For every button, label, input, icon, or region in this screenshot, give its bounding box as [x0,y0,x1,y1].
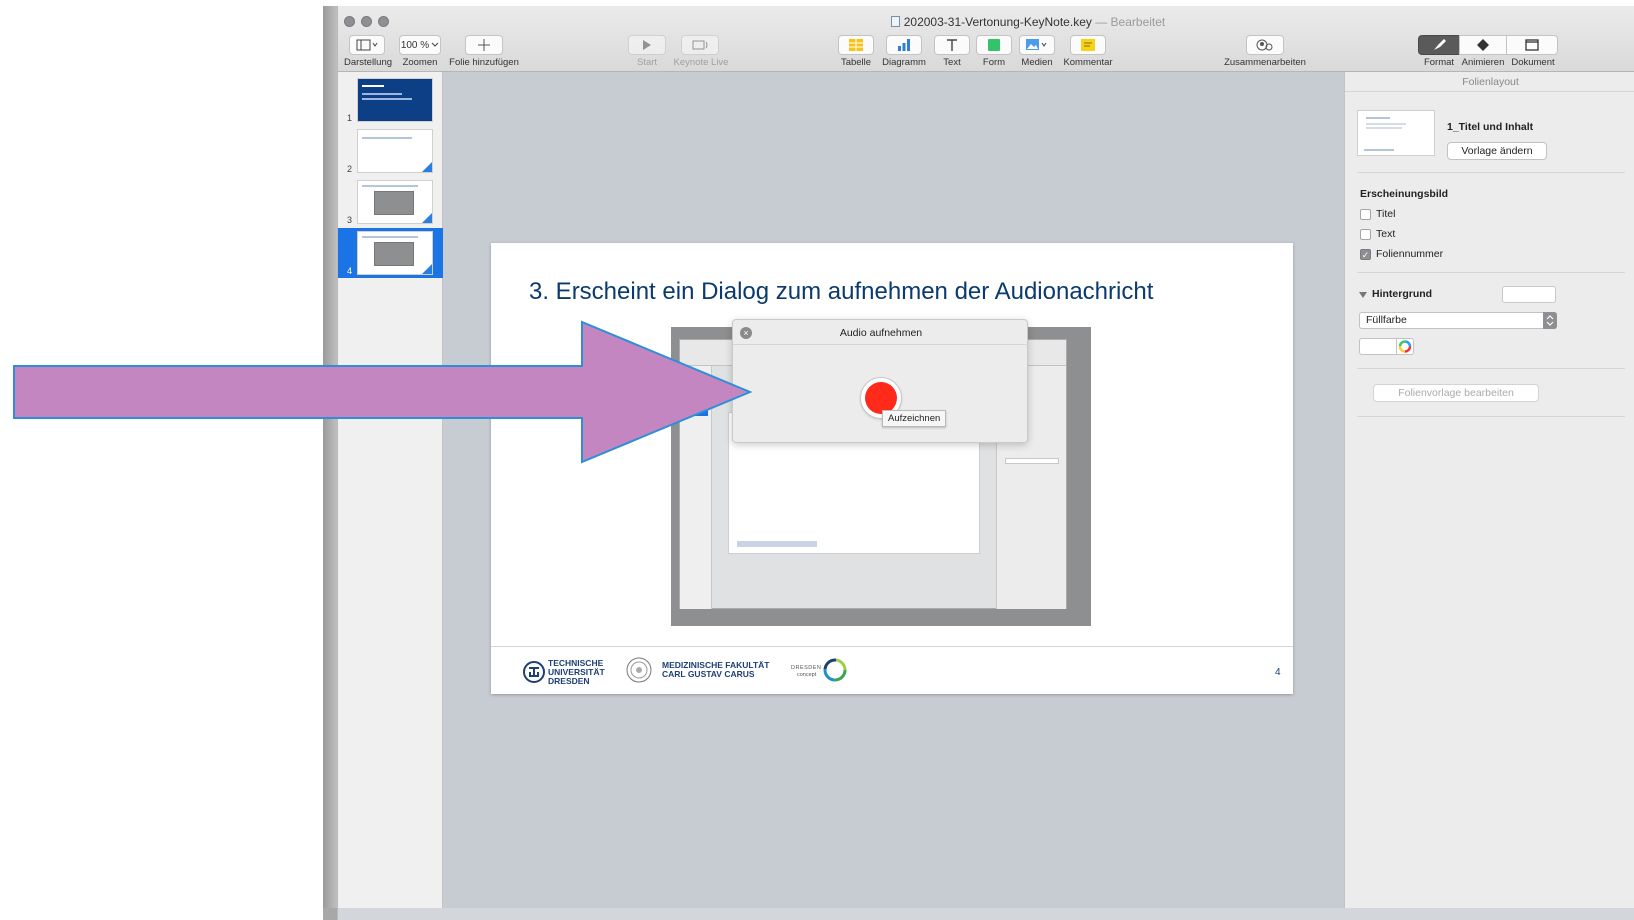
annotation-arrow-shape [13,320,753,464]
annotation-arrow [13,320,753,464]
